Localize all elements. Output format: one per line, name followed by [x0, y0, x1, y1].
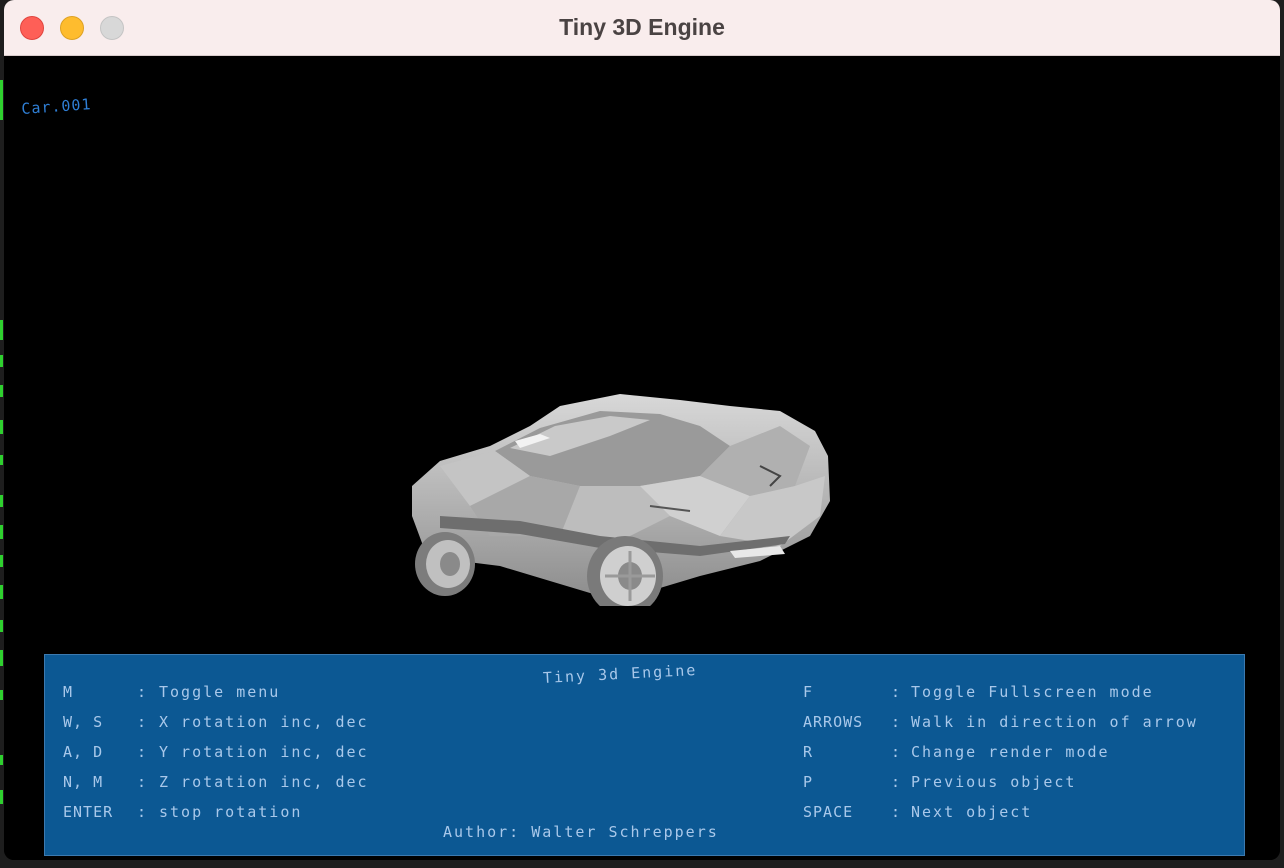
- menu-key: P: [803, 773, 814, 791]
- menu-desc: Next object: [911, 803, 1033, 821]
- menu-desc: Toggle Fullscreen mode: [911, 683, 1154, 701]
- app-window: Tiny 3D Engine Car.001 Tiny 3d Engine M …: [4, 0, 1280, 860]
- menu-separator: :: [137, 743, 147, 761]
- menu-key: R: [803, 743, 814, 761]
- menu-title: Tiny 3d Engine: [542, 660, 698, 687]
- menu-key: SPACE: [803, 803, 854, 821]
- car-3d-model: [412, 394, 830, 606]
- menu-desc: Toggle menu: [159, 683, 281, 701]
- menu-key: A, D: [63, 743, 104, 761]
- menu-separator: :: [137, 713, 147, 731]
- menu-desc: Walk in direction of arrow: [911, 713, 1198, 731]
- menu-desc: X rotation inc, dec: [159, 713, 369, 731]
- author-credit: Author: Walter Schreppers: [443, 823, 719, 841]
- menu-key: N, M: [63, 773, 104, 791]
- menu-separator: :: [137, 773, 147, 791]
- menu-desc: stop rotation: [159, 803, 303, 821]
- menu-key: M: [63, 683, 74, 701]
- menu-key: F: [803, 683, 814, 701]
- menu-separator: :: [137, 683, 147, 701]
- menu-desc: Change render mode: [911, 743, 1110, 761]
- menu-desc: Z rotation inc, dec: [159, 773, 369, 791]
- render-viewport[interactable]: Car.001 Tiny 3d Engine M: Toggle menu W…: [4, 56, 1280, 860]
- menu-separator: :: [891, 713, 901, 731]
- menu-separator: :: [891, 803, 901, 821]
- window-title: Tiny 3D Engine: [559, 14, 725, 40]
- menu-separator: :: [891, 743, 901, 761]
- menu-separator: :: [891, 773, 901, 791]
- menu-separator: :: [891, 683, 901, 701]
- help-menu-panel: Tiny 3d Engine M : Toggle menu W, S : X …: [44, 654, 1245, 856]
- background-window-edge: [0, 75, 4, 815]
- menu-key: ARROWS: [803, 713, 864, 731]
- object-name-label: Car.001: [20, 95, 93, 118]
- menu-separator: :: [137, 803, 147, 821]
- menu-desc: Previous object: [911, 773, 1077, 791]
- menu-key: W, S: [63, 713, 104, 731]
- title-bar[interactable]: Tiny 3D Engine: [4, 0, 1280, 56]
- menu-desc: Y rotation inc, dec: [159, 743, 369, 761]
- menu-key: ENTER: [63, 803, 114, 821]
